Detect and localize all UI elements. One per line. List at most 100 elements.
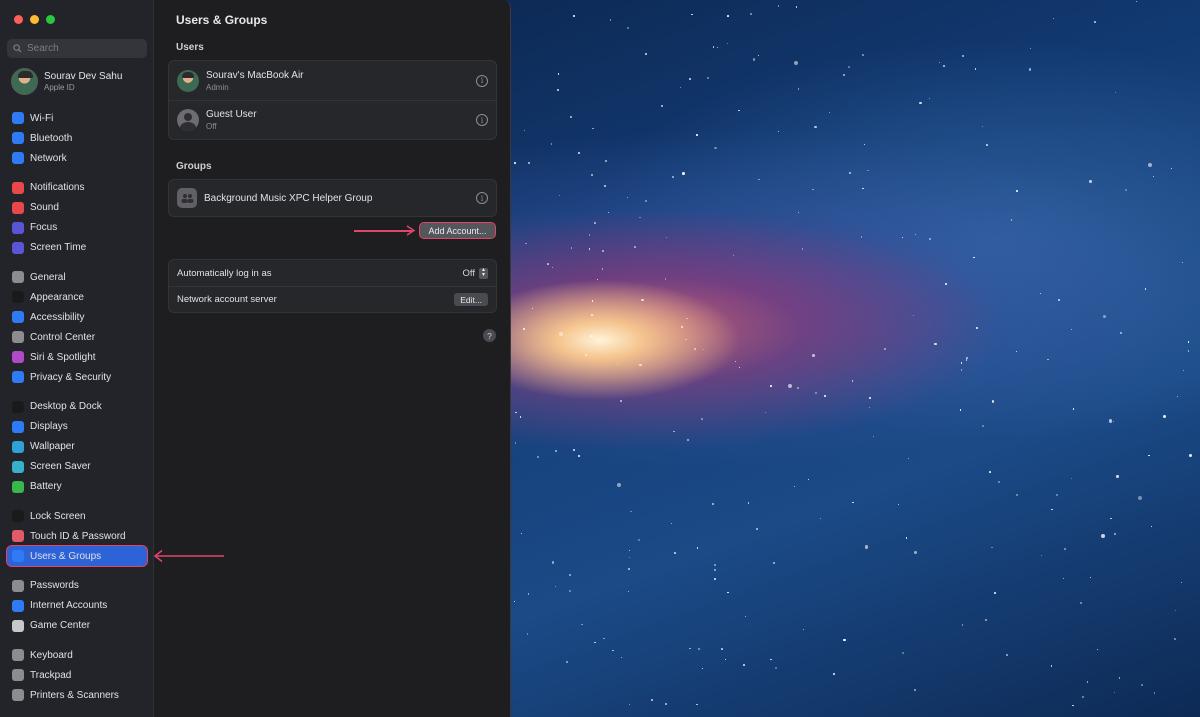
star: [1015, 351, 1017, 353]
groups-section-title: Groups: [176, 161, 212, 172]
star: [737, 109, 740, 112]
zoom-button[interactable]: [46, 15, 55, 24]
sidebar-item-label: Printers & Scanners: [30, 689, 119, 701]
sidebar-nav: Wi-Fi Bluetooth Network Notifications Sound F…: [6, 108, 148, 705]
info-icon[interactable]: i: [476, 74, 488, 87]
star: [1010, 219, 1013, 221]
sidebar-item-privacy-and-security[interactable]: Privacy & Security: [7, 367, 147, 387]
sidebar-item-focus[interactable]: Focus: [7, 218, 147, 238]
sidebar-item-wallpaper[interactable]: Wallpaper: [7, 437, 147, 457]
sidebar-item-control-center[interactable]: Control Center: [7, 327, 147, 347]
sidebar-item-screen-time[interactable]: Screen Time: [7, 238, 147, 258]
sidebar-item-sound[interactable]: Sound: [7, 198, 147, 218]
star: [616, 364, 618, 366]
sidebar-item-passwords[interactable]: Passwords: [7, 576, 147, 596]
star: [1040, 293, 1042, 295]
sidebar-item-desktop-and-dock[interactable]: Desktop & Dock: [7, 397, 147, 417]
sidebar-item-lock-screen[interactable]: Lock Screen: [7, 506, 147, 526]
sidebar-item-trackpad[interactable]: Trackpad: [7, 665, 147, 685]
star: [843, 639, 846, 642]
chevron-updown-icon: ▴ ▾: [479, 267, 488, 279]
sidebar-item-appearance[interactable]: Appearance: [7, 287, 147, 307]
sidebar-item-siri-and-spotlight[interactable]: Siri & Spotlight: [7, 347, 147, 367]
sidebar-divider: [7, 497, 147, 507]
siri-icon: [12, 351, 24, 363]
user-role: Off: [206, 122, 217, 131]
star: [1170, 167, 1173, 170]
screensaver-icon: [12, 460, 24, 473]
star: [733, 255, 735, 257]
star: [720, 648, 723, 650]
group-row[interactable]: Background Music XPC Helper Group i: [169, 180, 496, 216]
star: [605, 159, 607, 162]
sidebar-item-users-and-groups[interactable]: Users & Groups: [6, 545, 148, 567]
auto-login-select[interactable]: Off ▴ ▾: [463, 267, 488, 279]
profile-subtitle: Apple ID: [44, 83, 75, 92]
star: [639, 217, 641, 219]
star: [852, 501, 854, 504]
users-section-title: Users: [176, 42, 204, 53]
sidebar-item-printers-and-scanners[interactable]: Printers & Scanners: [7, 685, 147, 705]
star: [670, 522, 672, 525]
help-button[interactable]: ?: [483, 329, 496, 342]
sidebar-item-wi-fi[interactable]: Wi-Fi: [7, 108, 147, 128]
star: [628, 549, 630, 551]
star: [627, 26, 630, 29]
sidebar-item-label: Trackpad: [30, 669, 72, 681]
user-row[interactable]: Guest User Off i: [169, 100, 496, 139]
search-input[interactable]: [27, 43, 137, 54]
star: [1114, 92, 1116, 94]
star: [824, 395, 826, 397]
sidebar-item-battery[interactable]: Battery: [7, 477, 147, 497]
star: [758, 178, 760, 181]
star: [982, 126, 984, 128]
sidebar-divider: [7, 387, 147, 397]
edit-button[interactable]: Edit...: [454, 293, 488, 306]
star: [702, 667, 704, 670]
sidebar-item-internet-accounts[interactable]: Internet Accounts: [7, 596, 147, 616]
network-server-label: Network account server: [177, 294, 277, 305]
sidebar-item-keyboard[interactable]: Keyboard: [7, 645, 147, 665]
sidebar-item-network[interactable]: Network: [7, 148, 147, 168]
star: [1053, 17, 1055, 19]
star: [1063, 548, 1066, 551]
sidebar-item-screen-saver[interactable]: Screen Saver: [7, 457, 147, 477]
sidebar-item-label: Accessibility: [30, 311, 85, 323]
star: [525, 242, 527, 245]
sidebar-item-touch-id-and-password[interactable]: Touch ID & Password: [7, 526, 147, 546]
sidebar-item-game-center[interactable]: Game Center: [7, 616, 147, 636]
sidebar-item-label: Sound: [30, 202, 59, 213]
star: [711, 502, 714, 505]
sidebar-item-accessibility[interactable]: Accessibility: [7, 307, 147, 327]
search-field[interactable]: [7, 39, 147, 58]
info-icon[interactable]: i: [476, 192, 488, 204]
user-row[interactable]: Sourav's MacBook Air Admin i: [169, 61, 496, 100]
star: [644, 53, 647, 55]
network-server-row: Network account server Edit...: [169, 286, 496, 312]
sidebar-item-displays[interactable]: Displays: [7, 417, 147, 437]
add-account-button[interactable]: Add Account...: [419, 222, 496, 239]
star: [651, 699, 654, 701]
sidebar-divider: [7, 636, 147, 646]
star: [974, 68, 977, 70]
star: [764, 411, 767, 414]
sidebar-item-notifications[interactable]: Notifications: [7, 178, 147, 198]
star: [620, 400, 622, 402]
minimize-button[interactable]: [30, 15, 39, 24]
star: [770, 658, 772, 660]
sidebar-item-bluetooth[interactable]: Bluetooth: [7, 128, 147, 148]
appearance-icon: [12, 291, 24, 303]
close-button[interactable]: [14, 15, 23, 24]
star: [612, 649, 614, 652]
star: [590, 335, 593, 338]
apple-id-profile[interactable]: Sourav Dev Sahu Apple ID: [11, 68, 122, 95]
star: [915, 234, 917, 236]
star: [811, 353, 815, 357]
star: [573, 448, 576, 451]
info-icon[interactable]: i: [476, 114, 488, 126]
star: [773, 561, 776, 564]
star: [1115, 475, 1119, 479]
star: [725, 658, 727, 660]
sidebar-item-general[interactable]: General: [7, 267, 147, 287]
bell-icon: [12, 181, 24, 194]
